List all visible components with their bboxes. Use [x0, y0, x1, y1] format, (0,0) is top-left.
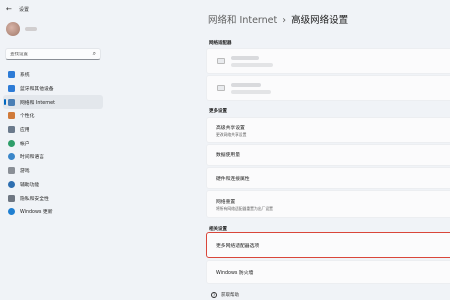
section-network-adapters: 网络适配器: [209, 41, 232, 46]
personalization-icon: [8, 112, 15, 120]
privacy-icon: [8, 194, 15, 202]
get-help-link[interactable]: ? 获取帮助: [211, 292, 239, 298]
apps-icon: [8, 126, 15, 134]
sidebar-item-label: 个性化: [20, 114, 35, 120]
more-network-adapter-options-row[interactable]: 更多网络适配器选项: [206, 232, 450, 258]
sidebar-item-accounts[interactable]: 帐户: [3, 136, 103, 150]
sidebar-item-label: 蓝牙和其他设备: [20, 87, 54, 93]
sidebar-nav: 系统 蓝牙和其他设备 网络和 Internet 个性化 应用 帐户 时间和语言: [3, 68, 103, 219]
row-title: 网络重置: [216, 200, 236, 205]
sidebar-item-label: 系统: [20, 73, 30, 79]
profile-name-redacted: [25, 27, 37, 31]
network-icon: [8, 98, 15, 106]
accessibility-icon: [8, 180, 15, 188]
sidebar-item-label: 时间和语言: [20, 155, 44, 161]
row-title: Windows 防火墙: [216, 271, 254, 276]
back-arrow-icon[interactable]: ←: [6, 5, 14, 13]
system-icon: [8, 71, 15, 79]
row-title: 更多网络适配器选项: [216, 244, 260, 249]
hardware-connection-properties-row[interactable]: 硬件和连接属性: [206, 167, 450, 189]
sidebar-item-gaming[interactable]: 游戏: [3, 164, 103, 178]
sidebar-item-label: 游戏: [20, 169, 30, 175]
sidebar-item-label: 网络和 Internet: [20, 100, 55, 106]
sidebar-item-system[interactable]: 系统: [3, 68, 103, 82]
adapter-card-2[interactable]: [206, 75, 450, 101]
sidebar-item-time-language[interactable]: 时间和语言: [3, 150, 103, 164]
get-help-label: 获取帮助: [221, 293, 239, 298]
network-reset-row[interactable]: 网络重置 将所有网络适配器重置为出厂设置: [206, 190, 450, 218]
gaming-icon: [8, 167, 15, 175]
row-subtitle: 将所有网络适配器重置为出厂设置: [216, 206, 273, 211]
sidebar-item-apps[interactable]: 应用: [3, 123, 103, 137]
row-title: 数据使用量: [216, 153, 240, 158]
adapter-desc-redacted: [231, 63, 273, 67]
sidebar-item-label: 帐户: [20, 141, 30, 147]
bluetooth-icon: [8, 85, 15, 93]
page-title: 网络和 Internet › 高级网络设置: [208, 12, 348, 26]
adapter-card-1[interactable]: [206, 48, 450, 74]
sidebar-item-accessibility[interactable]: 辅助功能: [3, 178, 103, 192]
sidebar-item-personalization[interactable]: 个性化: [3, 109, 103, 123]
sidebar-item-privacy[interactable]: 隐私和安全性: [3, 191, 103, 205]
sidebar-item-label: Windows 更新: [20, 210, 53, 216]
breadcrumb-current: 高级网络设置: [291, 15, 349, 26]
windows-firewall-row[interactable]: Windows 防火墙: [206, 260, 450, 284]
avatar[interactable]: [6, 22, 20, 36]
network-adapter-icon: [217, 58, 225, 64]
user-profile[interactable]: [6, 22, 37, 36]
sidebar: ⌕ 系统 蓝牙和其他设备 网络和 Internet 个性化 应用 帐户 时: [0, 18, 108, 300]
windows-update-icon: [8, 208, 15, 216]
breadcrumb-parent[interactable]: 网络和 Internet: [208, 15, 277, 26]
app-title: 设置: [19, 6, 30, 13]
data-usage-row[interactable]: 数据使用量: [206, 144, 450, 166]
sidebar-item-network[interactable]: 网络和 Internet: [3, 95, 103, 110]
sidebar-item-label: 应用: [20, 128, 30, 134]
sidebar-item-windows-update[interactable]: Windows 更新: [3, 205, 103, 219]
sidebar-item-bluetooth[interactable]: 蓝牙和其他设备: [3, 82, 103, 96]
network-adapter-icon: [217, 85, 225, 91]
adapter-desc-redacted: [231, 90, 271, 94]
adapter-name-redacted: [231, 83, 261, 87]
breadcrumb-separator-icon: ›: [282, 15, 287, 26]
row-title: 硬件和连接属性: [216, 177, 250, 182]
sidebar-item-label: 隐私和安全性: [20, 196, 49, 202]
sidebar-item-label: 辅助功能: [20, 182, 40, 188]
search-input[interactable]: [10, 51, 88, 57]
adapter-name-redacted: [231, 56, 259, 60]
row-title: 高级共享设置: [216, 126, 245, 131]
search-box[interactable]: ⌕: [5, 48, 101, 60]
time-language-icon: [8, 153, 15, 161]
main-content: 网络和 Internet › 高级网络设置 网络适配器 更多设置 高级共享设置 更改…: [108, 0, 450, 300]
accounts-icon: [8, 139, 15, 147]
help-icon: ?: [211, 292, 217, 298]
row-subtitle: 更改网络共享设置: [216, 132, 247, 137]
section-more-settings: 更多设置: [209, 109, 227, 114]
advanced-sharing-settings-row[interactable]: 高级共享设置 更改网络共享设置: [206, 117, 450, 143]
search-icon[interactable]: ⌕: [93, 50, 96, 58]
